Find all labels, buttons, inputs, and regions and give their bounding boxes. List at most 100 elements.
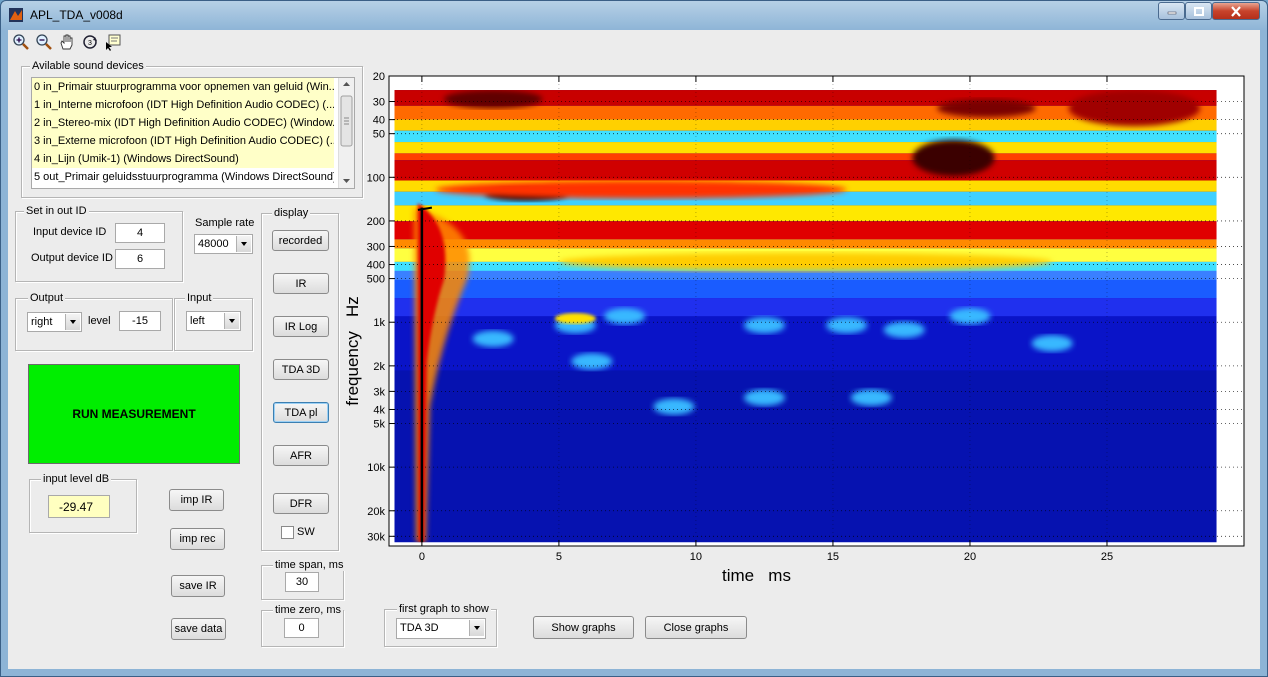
save-data-button[interactable]: save data: [171, 618, 226, 640]
chevron-down-icon: [469, 620, 484, 636]
title-bar[interactable]: APL_TDA_v008d: [1, 1, 1267, 29]
input-level-legend: input level dB: [41, 473, 112, 485]
heatmap-band: [394, 370, 1217, 543]
input-device-id-label: Input device ID: [33, 226, 107, 238]
chevron-down-icon: [236, 236, 251, 252]
ir-log-label: IR Log: [284, 320, 318, 333]
list-item[interactable]: 0 in_Primair stuurprogramma voor opnemen…: [32, 78, 334, 96]
run-measurement-label: RUN MEASUREMENT: [72, 407, 196, 421]
close-button[interactable]: [1212, 2, 1260, 20]
close-graphs-label: Close graphs: [663, 621, 729, 634]
minimize-icon: [1167, 11, 1176, 15]
figure-client-area: Avilable sound devices 0 in_Primair stuu…: [8, 54, 1260, 669]
x-tick-label: 5: [556, 551, 562, 563]
y-tick-label: 20k: [367, 506, 385, 518]
x-tick-label: 25: [1101, 551, 1113, 563]
heatmap-blob: [937, 99, 1036, 118]
list-item[interactable]: 3 in_Externe microfoon (IDT High Definit…: [32, 132, 334, 150]
show-graphs-button[interactable]: Show graphs: [533, 616, 634, 639]
display-tda-3d-button[interactable]: TDA 3D: [273, 359, 329, 380]
zoom-out-icon[interactable]: [35, 33, 53, 51]
recorded-label: recorded: [278, 234, 323, 247]
save-data-label: save data: [174, 623, 223, 635]
time-span-field[interactable]: 30: [285, 572, 319, 592]
sound-devices-list[interactable]: 0 in_Primair stuurprogramma voor opnemen…: [31, 77, 355, 189]
time-span-legend: time span, ms: [273, 559, 346, 571]
tda-3d-label: TDA 3D: [281, 363, 321, 376]
y-tick-label: 10k: [367, 462, 385, 474]
list-item[interactable]: 4 in_Lijn (Umik-1) (Windows DirectSound): [32, 150, 334, 168]
afr-label: AFR: [290, 449, 312, 462]
dfr-label: DFR: [289, 497, 313, 510]
output-legend: Output: [28, 292, 66, 304]
data-cursor-icon[interactable]: [104, 33, 122, 51]
heatmap-band: [394, 221, 1217, 240]
y-tick-label: 30: [373, 97, 385, 109]
minimize-button[interactable]: [1158, 2, 1185, 20]
display-recorded-button[interactable]: recorded: [272, 230, 329, 251]
y-tick-label: 500: [367, 274, 385, 286]
heatmap-band: [394, 130, 1217, 143]
tda-pl-label: TDA pl: [284, 406, 318, 419]
heatmap-band: [394, 298, 1217, 317]
display-dfr-button[interactable]: DFR: [273, 493, 329, 514]
io-id-legend: Set in out ID: [24, 205, 89, 217]
first-graph-value: TDA 3D: [400, 622, 439, 634]
output-channel-value: right: [31, 316, 53, 328]
ir-label: IR: [295, 277, 307, 290]
heatmap-blob: [883, 321, 925, 338]
y-tick-label: 40: [373, 115, 385, 127]
first-graph-select[interactable]: TDA 3D: [396, 618, 486, 639]
output-level-field[interactable]: -15: [119, 311, 161, 331]
close-graphs-button[interactable]: Close graphs: [645, 616, 747, 639]
matlab-logo-icon: [9, 8, 23, 22]
heatmap-blob: [1031, 335, 1073, 352]
tda-spectrogram-chart[interactable]: 0 5 10 15 20 25 20 30 40 50 100 200 300 400 500 1k 2k 3k…: [338, 54, 1258, 594]
input-device-id-field[interactable]: 4: [115, 223, 165, 243]
save-ir-label: save IR: [179, 580, 217, 592]
y-tick-label: 100: [367, 172, 385, 184]
sound-devices-legend: Avilable sound devices: [30, 60, 146, 72]
y-axis-label: frequency Hz: [343, 296, 362, 406]
heatmap-band: [394, 205, 1217, 222]
svg-text:3: 3: [88, 40, 92, 47]
list-item[interactable]: 2 in_Stereo-mix (IDT High Definition Aud…: [32, 114, 334, 132]
y-tick-label: 2k: [373, 361, 385, 373]
window-title: APL_TDA_v008d: [30, 8, 123, 22]
io-id-panel: Set in out ID: [15, 205, 183, 282]
time-zero-field[interactable]: 0: [284, 618, 319, 638]
display-afr-button[interactable]: AFR: [273, 445, 329, 466]
heatmap-band: [394, 279, 1217, 299]
display-ir-button[interactable]: IR: [273, 273, 329, 294]
zoom-in-icon[interactable]: [12, 33, 30, 51]
heatmap-band: [394, 153, 1217, 161]
imp-rec-button[interactable]: imp rec: [170, 528, 225, 550]
list-item[interactable]: 1 in_Interne microfoon (IDT High Definit…: [32, 96, 334, 114]
output-device-id-field[interactable]: 6: [115, 249, 165, 269]
display-tda-pl-button[interactable]: TDA pl: [273, 402, 329, 423]
show-graphs-label: Show graphs: [551, 621, 616, 634]
display-legend: display: [272, 207, 311, 219]
y-tick-label: 30k: [367, 531, 385, 543]
heatmap-blob: [826, 317, 868, 334]
list-item[interactable]: 5 out_Primair geluidsstuurprogramma (Win…: [32, 168, 334, 186]
output-channel-select[interactable]: right: [27, 312, 82, 332]
y-tick-label: 50: [373, 129, 385, 141]
imp-ir-button[interactable]: imp IR: [169, 489, 224, 511]
heatmap-band: [394, 239, 1217, 249]
input-channel-select[interactable]: left: [186, 311, 241, 331]
x-tick-label: 0: [419, 551, 425, 563]
pan-icon[interactable]: [58, 33, 76, 51]
level-label: level: [88, 315, 111, 327]
save-ir-button[interactable]: save IR: [171, 575, 225, 597]
run-measurement-button[interactable]: RUN MEASUREMENT: [28, 364, 240, 464]
maximize-button[interactable]: [1185, 2, 1212, 20]
heatmap-blob: [1068, 90, 1201, 127]
x-tick-label: 10: [690, 551, 702, 563]
input-channel-value: left: [190, 315, 205, 327]
sw-checkbox[interactable]: [281, 526, 294, 539]
heatmap-layer: [394, 90, 1217, 543]
sample-rate-select[interactable]: 48000: [194, 234, 253, 254]
display-ir-log-button[interactable]: IR Log: [273, 316, 329, 337]
rotate-3d-icon[interactable]: 3: [81, 33, 99, 51]
